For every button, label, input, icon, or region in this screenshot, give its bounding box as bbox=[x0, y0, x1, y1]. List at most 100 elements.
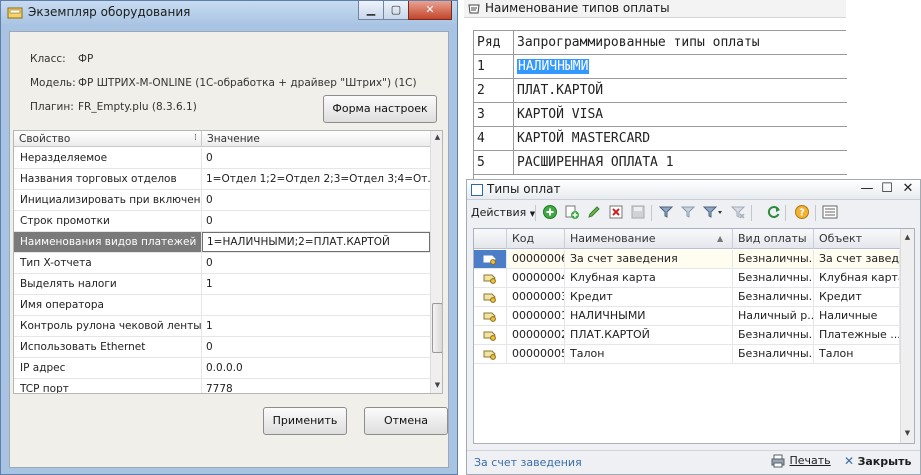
catalog-item-icon bbox=[483, 312, 496, 322]
property-value[interactable]: 0 bbox=[202, 190, 430, 210]
window-title: Экземпляр оборудования bbox=[28, 5, 191, 19]
property-row[interactable]: Использовать Ethernet 0 bbox=[14, 337, 430, 358]
list-settings-button[interactable] bbox=[821, 204, 839, 222]
row-number: 2 bbox=[474, 79, 514, 102]
row-payment-name: КАРТОЙ MASTERCARD bbox=[517, 131, 651, 146]
sort-ascending-icon: ▲ bbox=[717, 234, 724, 243]
row-payment-name-cell[interactable]: ПЛАТ.КАРТОЙ bbox=[515, 79, 847, 102]
help-button[interactable]: ? bbox=[793, 204, 811, 222]
property-name: Строк промотки bbox=[14, 211, 202, 231]
properties-grid[interactable]: Свойство ⁞ Значение Неразделяемое 0 Назван… bbox=[13, 130, 443, 394]
edit-button[interactable] bbox=[585, 204, 603, 222]
property-row[interactable]: IP адрес 0.0.0.0 bbox=[14, 358, 430, 379]
cell-code: 00000003 bbox=[507, 288, 565, 306]
maximize-button[interactable]: ▢ bbox=[383, 1, 409, 20]
payment-name-row[interactable]: 1 НАЛИЧНЫМИ bbox=[474, 55, 847, 79]
column-header-value[interactable]: Значение bbox=[202, 131, 430, 147]
settings-form-button[interactable]: Форма настроек bbox=[323, 95, 437, 123]
row-payment-name: РАСШИРЕННАЯ ОПЛАТА 1 bbox=[517, 155, 674, 170]
filter-button[interactable] bbox=[657, 204, 675, 222]
pencil-icon bbox=[588, 206, 600, 218]
payment-name-row[interactable]: 2 ПЛАТ.КАРТОЙ bbox=[474, 79, 847, 103]
scroll-down-arrow-icon[interactable]: ▼ bbox=[901, 427, 914, 440]
close-button[interactable]: ✕ bbox=[408, 1, 452, 20]
property-value-editor[interactable]: 1=НАЛИЧНЫМИ;2=ПЛАТ.КАРТОЙ bbox=[202, 232, 430, 252]
cell-name: Кредит bbox=[565, 288, 733, 306]
payment-type-row[interactable]: 00000004 Клубная карта Безналичны... Клубна… bbox=[474, 269, 900, 288]
column-header-code[interactable]: Код bbox=[507, 229, 565, 249]
property-row-selected[interactable]: Наименования видов платежей 1=НАЛИЧНЫМИ;2… bbox=[14, 232, 430, 253]
properties-scrollbar[interactable]: ▲ ▼ bbox=[430, 131, 442, 393]
filter-by-value-button[interactable] bbox=[679, 204, 697, 222]
property-row[interactable]: Строк промотки 0 bbox=[14, 211, 430, 232]
property-value[interactable]: 0 bbox=[202, 211, 430, 231]
property-value[interactable]: 1=Отдел 1;2=Отдел 2;3=Отдел 3;4=От... bbox=[202, 169, 430, 189]
clear-filter-button[interactable] bbox=[729, 204, 747, 222]
property-value[interactable]: 7778 bbox=[202, 379, 430, 393]
column-header-property[interactable]: Свойство bbox=[14, 131, 202, 147]
maximize-icon: ▢ bbox=[390, 3, 402, 16]
header-programmed-types: Запрограммированные типы оплаты bbox=[517, 35, 760, 50]
column-header-object[interactable]: Объект bbox=[814, 229, 900, 249]
title-bar: Наименование типов оплаты bbox=[464, 0, 846, 18]
property-value[interactable]: 0 bbox=[202, 148, 430, 168]
row-item-cell bbox=[474, 326, 507, 344]
property-row[interactable]: Контроль рулона чековой ленты 1 bbox=[14, 316, 430, 337]
filter-history-button[interactable] bbox=[701, 204, 725, 222]
delete-mark-button[interactable] bbox=[607, 204, 625, 222]
property-value[interactable] bbox=[202, 295, 430, 315]
close-form-button[interactable]: ✕ Закрыть bbox=[844, 454, 911, 472]
refresh-button[interactable] bbox=[765, 204, 783, 222]
column-header-name[interactable]: Наименование ▲ bbox=[565, 229, 733, 249]
column-header-kind[interactable]: Вид оплаты bbox=[733, 229, 814, 249]
row-payment-name-cell[interactable]: КАРТОЙ VISA bbox=[515, 103, 847, 126]
cell-kind: Безналичны... bbox=[733, 288, 814, 306]
maximize-button[interactable]: ☐ bbox=[879, 181, 895, 197]
property-row[interactable]: Неразделяемое 0 bbox=[14, 148, 430, 169]
scroll-down-arrow-icon[interactable]: ▼ bbox=[431, 379, 442, 392]
payment-type-row[interactable]: 00000005 Талон Безналичны... Талон bbox=[474, 345, 900, 364]
payment-type-row[interactable]: 00000001 НАЛИЧНЫМИ Наличный р... Наличные bbox=[474, 307, 900, 326]
cancel-button[interactable]: Отмена bbox=[364, 407, 448, 435]
property-row[interactable]: TCP порт 7778 bbox=[14, 379, 430, 393]
payment-types-scrollbar[interactable]: ▲ ▼ bbox=[900, 229, 914, 443]
property-value[interactable]: 0.0.0.0 bbox=[202, 358, 430, 378]
payment-name-row[interactable]: 4 КАРТОЙ MASTERCARD bbox=[474, 127, 847, 151]
minimize-button[interactable]: — bbox=[859, 181, 875, 197]
row-payment-name-cell[interactable]: КАРТОЙ MASTERCARD bbox=[515, 127, 847, 150]
close-button[interactable]: ✕ bbox=[900, 181, 916, 197]
property-value[interactable]: 0 bbox=[202, 337, 430, 357]
payment-name-row[interactable]: 3 КАРТОЙ VISA bbox=[474, 103, 847, 127]
cell-name: НАЛИЧНЫМИ bbox=[565, 307, 733, 325]
plugin-value: FR_Empty.plu (8.3.6.1) bbox=[78, 101, 197, 113]
payment-type-row[interactable]: 00000002 ПЛАТ.КАРТОЙ Безналичны... Платежны… bbox=[474, 326, 900, 345]
payment-type-row-current[interactable]: 00000006 За счет заведения Безналичны... За… bbox=[474, 250, 900, 269]
actions-menu[interactable]: Действия ▼ bbox=[471, 206, 535, 219]
minimize-button[interactable]: ▁ bbox=[358, 1, 384, 20]
row-payment-name-cell[interactable]: НАЛИЧНЫМИ bbox=[515, 55, 847, 78]
apply-button[interactable]: Применить bbox=[263, 407, 347, 435]
property-row[interactable]: Тип X-отчета 0 bbox=[14, 253, 430, 274]
minimize-icon: ▁ bbox=[366, 3, 376, 16]
property-row[interactable]: Названия торговых отделов 1=Отдел 1;2=Отд… bbox=[14, 169, 430, 190]
svg-text:?: ? bbox=[799, 208, 805, 219]
property-value[interactable]: 1 bbox=[202, 274, 430, 294]
save-button[interactable] bbox=[629, 204, 647, 222]
add-button[interactable] bbox=[541, 204, 559, 222]
save-disabled-icon bbox=[631, 205, 645, 219]
scrollbar-thumb[interactable] bbox=[432, 303, 442, 353]
property-row[interactable]: Имя оператора bbox=[14, 295, 430, 316]
scroll-up-arrow-icon[interactable]: ▲ bbox=[901, 231, 914, 244]
property-row[interactable]: Инициализировать при включении 0 bbox=[14, 190, 430, 211]
payment-name-row[interactable]: 5 РАСШИРЕННАЯ ОПЛАТА 1 bbox=[474, 151, 847, 175]
add-copy-button[interactable] bbox=[563, 204, 581, 222]
scroll-up-arrow-icon[interactable]: ▲ bbox=[431, 131, 442, 144]
print-button[interactable]: Печать bbox=[770, 454, 831, 472]
property-value[interactable]: 1 bbox=[202, 316, 430, 336]
property-value[interactable]: 0 bbox=[202, 253, 430, 273]
payment-type-row[interactable]: 00000003 Кредит Безналичны... Кредит bbox=[474, 288, 900, 307]
table-header-row: Ряд Запрограммированные типы оплаты bbox=[474, 31, 847, 55]
row-payment-name-cell[interactable]: РАСШИРЕННАЯ ОПЛАТА 1 bbox=[515, 151, 847, 174]
property-row[interactable]: Выделять налоги 1 bbox=[14, 274, 430, 295]
payment-types-grid[interactable]: Код Наименование ▲ Вид оплаты Объект 000… bbox=[473, 228, 915, 444]
